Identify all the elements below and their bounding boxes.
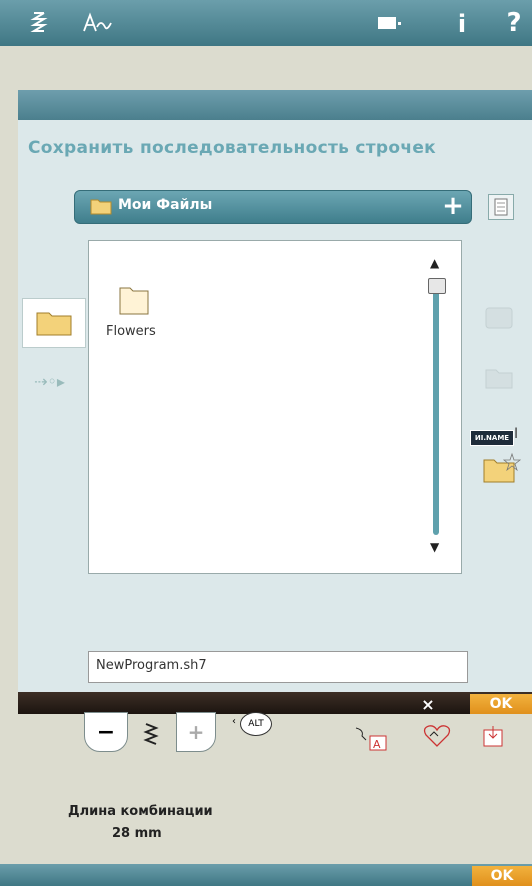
scroll-thumb[interactable] bbox=[428, 278, 446, 294]
info-icon[interactable]: i bbox=[452, 10, 472, 38]
combination-length-value: 28 mm bbox=[112, 826, 162, 841]
bottom-bar bbox=[0, 864, 532, 886]
file-name: Flowers bbox=[106, 324, 156, 339]
svg-text:A: A bbox=[373, 738, 381, 751]
folder-icon bbox=[90, 197, 112, 215]
stitch-controls-panel bbox=[0, 714, 532, 886]
folder-icon bbox=[119, 287, 149, 315]
open-file-icon[interactable] bbox=[482, 302, 516, 332]
new-folder-icon[interactable] bbox=[480, 450, 524, 486]
cursor-icon: I bbox=[514, 426, 519, 442]
stitch-menu-icon[interactable] bbox=[28, 10, 50, 36]
scroll-down-icon[interactable]: ▼ bbox=[430, 540, 439, 554]
scroll-up-icon[interactable]: ▲ bbox=[430, 256, 439, 270]
heart-stitch-icon[interactable] bbox=[422, 722, 452, 750]
folder-selector-label: Мои Файлы bbox=[118, 197, 213, 213]
cancel-button[interactable]: × bbox=[400, 696, 456, 714]
info-strip bbox=[0, 46, 532, 90]
filename-value: NewProgram.sh7 bbox=[96, 658, 207, 673]
alt-arrow-icon: ‹ bbox=[232, 716, 236, 727]
mirror-text-icon[interactable]: A bbox=[352, 724, 392, 752]
list-item[interactable]: Flowers bbox=[100, 282, 180, 342]
list-view-button[interactable] bbox=[488, 194, 514, 220]
dialog-title: Сохранить последовательность строчек bbox=[28, 138, 436, 158]
plus-button[interactable]: + bbox=[176, 712, 216, 752]
alt-button[interactable]: ALT bbox=[240, 712, 272, 736]
combination-length-label: Длина комбинации bbox=[68, 804, 213, 819]
font-menu-icon[interactable] bbox=[80, 10, 114, 36]
scrollbar[interactable] bbox=[433, 290, 439, 535]
load-stitch-icon[interactable] bbox=[478, 724, 508, 750]
minus-button[interactable]: − bbox=[84, 712, 128, 752]
tab-my-files[interactable] bbox=[22, 298, 86, 348]
dialog-header bbox=[18, 90, 532, 120]
expand-folders-button[interactable]: + bbox=[440, 190, 466, 222]
ok-button[interactable]: OK bbox=[470, 694, 532, 714]
footer-ok-button[interactable]: OK bbox=[472, 866, 532, 886]
stitch-icon bbox=[140, 720, 162, 750]
copy-icon[interactable] bbox=[482, 362, 516, 392]
file-transfer-icon[interactable] bbox=[376, 12, 406, 34]
usb-icon[interactable]: ⇢◦▸ bbox=[34, 372, 65, 391]
help-icon[interactable]: ? bbox=[504, 8, 524, 38]
rename-badge[interactable]: ИІ.NAME bbox=[470, 430, 514, 446]
